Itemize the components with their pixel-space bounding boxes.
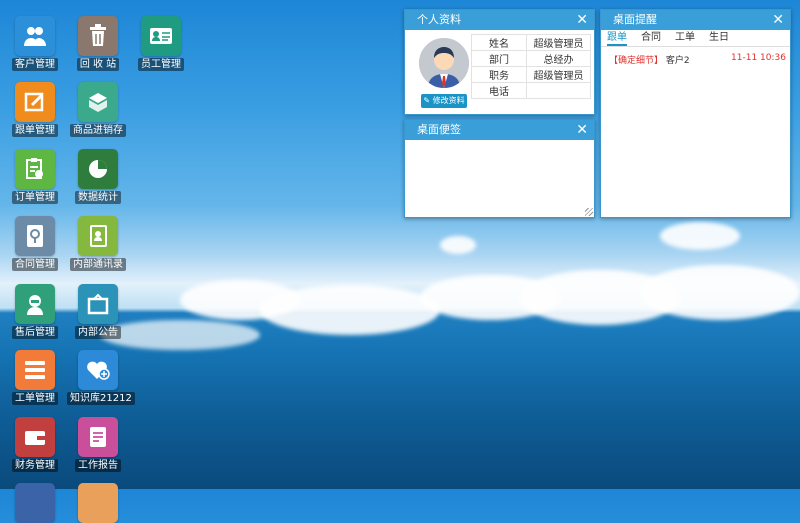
app-tile-icon (15, 483, 55, 523)
tab-birthday[interactable]: 生日 (709, 30, 729, 46)
table-row: 姓名 超级管理员 (471, 34, 591, 51)
trash-icon (78, 16, 118, 56)
field-value: 超级管理员 (526, 66, 591, 83)
app-statistics[interactable]: 数据统计 (67, 149, 129, 204)
app-tile-icon (78, 483, 118, 523)
customers-icon (15, 16, 55, 56)
app-label: 跟单管理 (12, 124, 58, 137)
app-address-book[interactable]: 内部通讯录 (67, 216, 129, 271)
field-key: 职务 (471, 66, 527, 83)
app-label: 合同管理 (12, 258, 58, 271)
avatar (419, 38, 469, 88)
resize-handle-icon[interactable] (585, 208, 593, 216)
tab-ticket[interactable]: 工单 (675, 30, 695, 46)
cloud (260, 285, 440, 335)
app-label: 内部公告 (75, 326, 121, 339)
reminder-tabs: 跟单 合同 工单 生日 (601, 30, 790, 47)
app-tickets[interactable]: 工单管理 (4, 350, 66, 405)
panel-header[interactable]: 个人资料 ✕ (405, 10, 594, 30)
app-employees[interactable]: 员工管理 (130, 16, 192, 71)
app-label: 内部通讯录 (70, 258, 126, 271)
app-after-sales[interactable]: 售后管理 (4, 284, 66, 339)
app-orders[interactable]: 订单管理 (4, 149, 66, 204)
profile-panel: 个人资料 ✕ ✎ 修改资料 姓名 超级管理员 部门 总经办 职务 超级管理员 电话 (404, 9, 595, 115)
app-label: 工作报告 (75, 459, 121, 472)
reminder-tag: 【确定细节】 (609, 56, 664, 66)
close-icon[interactable]: ✕ (576, 10, 588, 30)
employee-card-icon (141, 16, 181, 56)
close-icon[interactable]: ✕ (576, 120, 588, 140)
panel-title: 桌面提醒 (613, 13, 657, 26)
app-partial-bottom[interactable] (4, 483, 66, 523)
contract-icon (15, 216, 55, 256)
profile-table: 姓名 超级管理员 部门 总经办 职务 超级管理员 电话 (471, 34, 591, 99)
app-label: 数据统计 (75, 191, 121, 204)
panel-header[interactable]: 桌面便签 ✕ (405, 120, 594, 140)
app-label: 知识库21212 (67, 392, 135, 405)
app-label: 订单管理 (12, 191, 58, 204)
panel-header[interactable]: 桌面提醒 ✕ (601, 10, 790, 30)
reminder-time: 11-11 10:36 (731, 53, 786, 63)
edit-note-icon (15, 82, 55, 122)
app-label: 客户管理 (12, 58, 58, 71)
field-value (526, 82, 591, 99)
inventory-box-icon (78, 82, 118, 122)
app-label: 商品进销存 (70, 124, 126, 137)
app-partial-bottom[interactable] (67, 483, 129, 523)
notes-textarea[interactable] (405, 141, 594, 217)
app-edit[interactable]: 跟单管理 (4, 82, 66, 137)
panel-title: 桌面便签 (417, 123, 461, 136)
field-key: 电话 (471, 82, 527, 99)
support-agent-icon (15, 284, 55, 324)
app-label: 财务管理 (12, 459, 58, 472)
app-inventory[interactable]: 商品进销存 (67, 82, 129, 137)
announcement-icon (78, 284, 118, 324)
field-value: 总经办 (526, 50, 591, 67)
avatar-box: ✎ 修改资料 (413, 36, 475, 112)
cloud (660, 222, 740, 250)
cloud (440, 236, 476, 254)
field-key: 部门 (471, 50, 527, 67)
address-book-icon (78, 216, 118, 256)
reminder-panel: 桌面提醒 ✕ 跟单 合同 工单 生日 【确定细节】 客户2 11-11 10:3… (600, 9, 791, 218)
field-value: 超级管理员 (526, 34, 591, 51)
app-recycle-bin[interactable]: 回 收 站 (67, 16, 129, 71)
app-contracts[interactable]: 合同管理 (4, 216, 66, 271)
table-row: 部门 总经办 (471, 50, 591, 67)
close-icon[interactable]: ✕ (772, 10, 784, 30)
tab-follow-up[interactable]: 跟单 (607, 30, 627, 46)
app-knowledge-base[interactable]: 知识库21212 (67, 350, 135, 405)
app-label: 工单管理 (12, 392, 58, 405)
app-customers[interactable]: 客户管理 (4, 16, 66, 71)
list-icon (15, 350, 55, 390)
pie-chart-icon (78, 149, 118, 189)
heart-plus-icon (78, 350, 118, 390)
panel-title: 个人资料 (417, 13, 461, 26)
table-row: 电话 (471, 82, 591, 99)
app-label: 回 收 站 (76, 58, 120, 71)
cloud (640, 265, 800, 320)
report-icon (78, 417, 118, 457)
app-announcements[interactable]: 内部公告 (67, 284, 129, 339)
field-key: 姓名 (471, 34, 527, 51)
app-label: 售后管理 (12, 326, 58, 339)
app-finance[interactable]: 财务管理 (4, 417, 66, 472)
reminder-text: 客户2 (665, 56, 690, 66)
table-row: 职务 超级管理员 (471, 66, 591, 83)
reminder-item[interactable]: 【确定细节】 客户2 11-11 10:36 (601, 47, 790, 66)
notes-panel: 桌面便签 ✕ (404, 119, 595, 218)
app-label: 员工管理 (138, 58, 184, 71)
app-work-report[interactable]: 工作报告 (67, 417, 129, 472)
edit-profile-label: 修改资料 (432, 96, 465, 105)
tab-contract[interactable]: 合同 (641, 30, 661, 46)
order-clipboard-icon (15, 149, 55, 189)
wallet-icon (15, 417, 55, 457)
edit-profile-button[interactable]: ✎ 修改资料 (421, 94, 467, 108)
